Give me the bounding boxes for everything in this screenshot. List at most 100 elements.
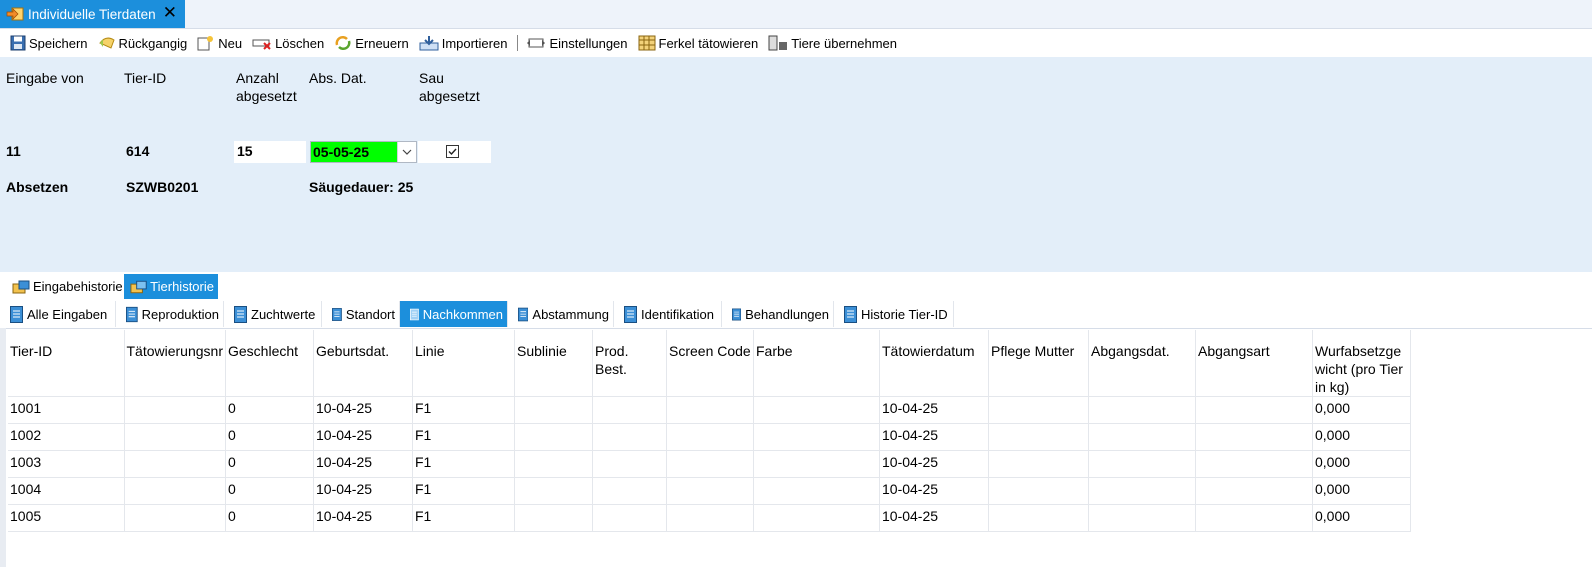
- tab-ancestry[interactable]: Abstammung: [508, 301, 614, 327]
- table-cell[interactable]: 10-04-25: [879, 396, 989, 424]
- tattoo-piglets-button[interactable]: Ferkel tätowieren: [638, 32, 758, 54]
- tab-reproduction[interactable]: Reproduktion: [116, 301, 224, 327]
- tab-identification[interactable]: Identifikation: [614, 301, 722, 327]
- table-cell[interactable]: 0: [225, 504, 314, 532]
- table-cell[interactable]: 0,000: [1312, 450, 1411, 478]
- column-header[interactable]: Screen Code: [666, 330, 754, 397]
- table-cell[interactable]: 10-04-25: [313, 477, 413, 505]
- table-cell[interactable]: [1195, 477, 1313, 505]
- table-cell[interactable]: [514, 450, 593, 478]
- table-cell[interactable]: F1: [412, 477, 515, 505]
- column-header[interactable]: Linie: [412, 330, 515, 397]
- table-cell[interactable]: [988, 450, 1089, 478]
- table-cell[interactable]: [666, 504, 754, 532]
- table-cell[interactable]: [1195, 504, 1313, 532]
- table-cell[interactable]: 0,000: [1312, 504, 1411, 532]
- table-cell[interactable]: [753, 396, 880, 424]
- sow-weaned-checkbox[interactable]: [446, 145, 459, 158]
- table-cell[interactable]: [753, 477, 880, 505]
- column-header[interactable]: Prod. Best.: [592, 330, 667, 397]
- table-cell[interactable]: [666, 477, 754, 505]
- table-cell[interactable]: [1088, 423, 1196, 451]
- table-cell[interactable]: 10-04-25: [879, 504, 989, 532]
- table-cell[interactable]: [514, 396, 593, 424]
- table-cell[interactable]: [1088, 504, 1196, 532]
- table-cell[interactable]: [988, 396, 1089, 424]
- table-cell[interactable]: [988, 504, 1089, 532]
- tab-entry-history[interactable]: Eingabehistorie: [6, 274, 127, 299]
- column-header[interactable]: Geburtsdat.: [313, 330, 413, 397]
- column-header[interactable]: Tier-ID: [8, 330, 125, 397]
- tab-offspring[interactable]: Nachkommen: [400, 301, 508, 327]
- table-cell[interactable]: [1195, 396, 1313, 424]
- table-cell[interactable]: [592, 477, 667, 505]
- column-header[interactable]: Tätowierdatum: [879, 330, 989, 397]
- table-cell[interactable]: [1088, 477, 1196, 505]
- column-header[interactable]: Tätowierungsnr: [124, 330, 226, 397]
- tab-location[interactable]: Standort: [322, 301, 400, 327]
- table-cell[interactable]: [988, 477, 1089, 505]
- table-cell[interactable]: 10-04-25: [313, 423, 413, 451]
- table-cell[interactable]: [592, 450, 667, 478]
- import-button[interactable]: Importieren: [419, 32, 507, 54]
- table-cell[interactable]: 1004: [8, 477, 125, 505]
- table-cell[interactable]: [592, 396, 667, 424]
- table-cell[interactable]: 10-04-25: [879, 423, 989, 451]
- table-cell[interactable]: 10-04-25: [313, 504, 413, 532]
- table-cell[interactable]: [666, 396, 754, 424]
- settings-button[interactable]: Einstellungen: [526, 32, 628, 54]
- table-cell[interactable]: [124, 450, 226, 478]
- undo-button[interactable]: Rückgangig: [98, 32, 187, 54]
- delete-button[interactable]: Löschen: [252, 32, 324, 54]
- table-cell[interactable]: 0: [225, 450, 314, 478]
- table-cell[interactable]: [592, 423, 667, 451]
- table-cell[interactable]: [124, 396, 226, 424]
- wean-date-value[interactable]: 05-05-25: [311, 142, 397, 162]
- table-cell[interactable]: 10-04-25: [313, 396, 413, 424]
- table-cell[interactable]: 0: [225, 396, 314, 424]
- table-cell[interactable]: [988, 423, 1089, 451]
- new-button[interactable]: Neu: [197, 32, 242, 54]
- table-cell[interactable]: 10-04-25: [313, 450, 413, 478]
- table-cell[interactable]: F1: [412, 450, 515, 478]
- chevron-down-icon[interactable]: [396, 142, 416, 162]
- take-over-animals-button[interactable]: Tiere übernehmen: [768, 32, 897, 54]
- column-header[interactable]: Farbe: [753, 330, 880, 397]
- table-cell[interactable]: 0,000: [1312, 396, 1411, 424]
- column-header[interactable]: Abgangsdat.: [1088, 330, 1196, 397]
- table-cell[interactable]: [666, 423, 754, 451]
- table-cell[interactable]: 0,000: [1312, 423, 1411, 451]
- table-cell[interactable]: 1001: [8, 396, 125, 424]
- table-cell[interactable]: [1088, 396, 1196, 424]
- tab-treatments[interactable]: Behandlungen: [722, 301, 834, 327]
- table-row[interactable]: 1004 0 10-04-25 F1 10-04-25 0,000: [8, 477, 1411, 505]
- column-header[interactable]: Abgangsart: [1195, 330, 1313, 397]
- table-cell[interactable]: [753, 450, 880, 478]
- tab-all-entries[interactable]: Alle Eingaben: [0, 301, 116, 327]
- table-cell[interactable]: F1: [412, 396, 515, 424]
- table-row[interactable]: 1002 0 10-04-25 F1 10-04-25 0,000: [8, 423, 1411, 451]
- tab-breeding-values[interactable]: Zuchtwerte: [224, 301, 322, 327]
- document-tab[interactable]: Individuelle Tierdaten ✕: [0, 0, 185, 28]
- tab-animal-history[interactable]: Tierhistorie: [124, 274, 218, 299]
- table-cell[interactable]: 1005: [8, 504, 125, 532]
- table-cell[interactable]: [592, 504, 667, 532]
- column-header[interactable]: Pflege Mutter: [988, 330, 1089, 397]
- table-cell[interactable]: [1088, 450, 1196, 478]
- table-cell[interactable]: 1002: [8, 423, 125, 451]
- save-button[interactable]: Speichern: [10, 32, 88, 54]
- table-cell[interactable]: [124, 423, 226, 451]
- table-cell[interactable]: F1: [412, 423, 515, 451]
- table-row[interactable]: 1003 0 10-04-25 F1 10-04-25 0,000: [8, 450, 1411, 478]
- column-header[interactable]: Geschlecht: [225, 330, 314, 397]
- table-cell[interactable]: [1195, 423, 1313, 451]
- table-cell[interactable]: [514, 477, 593, 505]
- table-cell[interactable]: 0: [225, 423, 314, 451]
- refresh-button[interactable]: Erneuern: [334, 32, 409, 54]
- table-row[interactable]: 1005 0 10-04-25 F1 10-04-25 0,000: [8, 504, 1411, 532]
- column-header[interactable]: Wurfabsetzgewicht (pro Tier in kg): [1312, 330, 1411, 397]
- table-cell[interactable]: [753, 423, 880, 451]
- table-cell[interactable]: 0,000: [1312, 477, 1411, 505]
- table-cell[interactable]: [514, 423, 593, 451]
- count-weaned-input[interactable]: 15: [234, 141, 306, 163]
